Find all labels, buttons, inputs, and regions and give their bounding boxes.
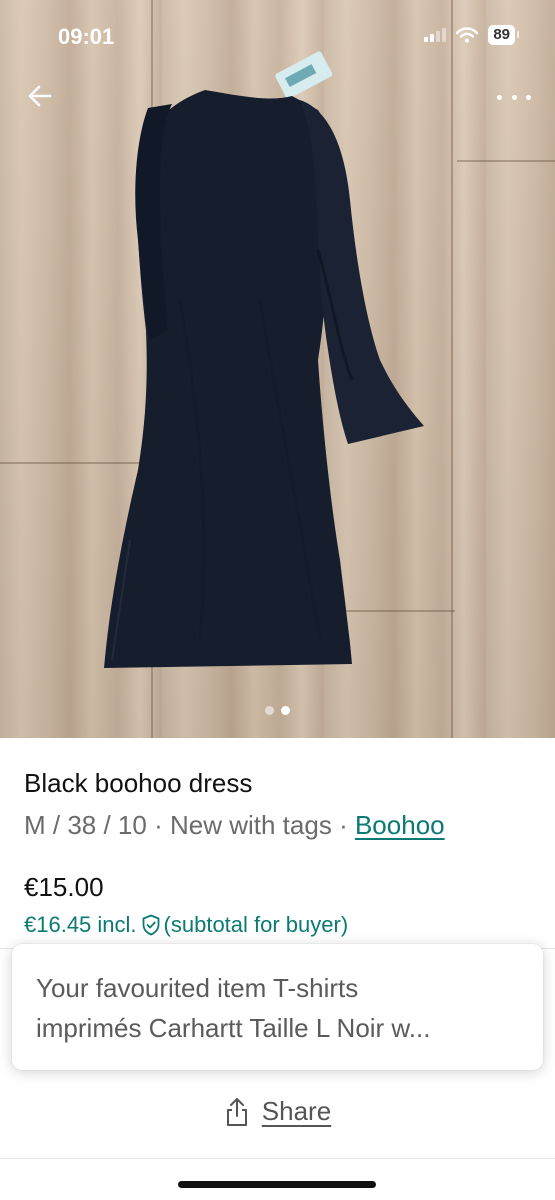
toast-line-2: imprimés Carhartt Taille L Noir w... [36, 1013, 431, 1043]
pagination-dot-active[interactable] [281, 706, 290, 715]
item-size: M / 38 / 10 [24, 810, 147, 840]
photo-pagination [0, 706, 555, 715]
share-label: Share [261, 1096, 332, 1126]
item-price: €15.00 [24, 872, 104, 902]
status-icons: 89 [424, 25, 519, 45]
item-photo[interactable] [0, 0, 555, 738]
more-horizontal-icon[interactable] [497, 86, 531, 108]
status-bar: 09:01 89 [0, 0, 555, 70]
item-condition: New with tags [169, 810, 332, 840]
shield-check-icon [142, 914, 159, 936]
share-icon [226, 1097, 247, 1126]
wifi-icon [456, 27, 479, 43]
divider [0, 1158, 555, 1159]
price-incl-note: (subtotal for buyer) [163, 912, 349, 937]
brand-link[interactable]: Boohoo [355, 810, 445, 840]
dress-image [104, 51, 424, 668]
meta-separator: · [339, 810, 348, 840]
toast-line-1: Your favourited item T-shirts [36, 973, 359, 1003]
item-meta: M / 38 / 10 · New with tags · Boohoo [24, 810, 445, 841]
buyer-protection-price[interactable]: €16.45 incl. (subtotal for buyer) [24, 912, 348, 938]
meta-separator: · [154, 810, 163, 840]
share-button[interactable]: Share [0, 1096, 555, 1127]
favourite-notification-toast[interactable]: Your favourited item T-shirts imprimés C… [12, 944, 543, 1070]
home-indicator[interactable] [178, 1181, 376, 1188]
arrow-left-icon[interactable] [26, 82, 54, 110]
pagination-dot[interactable] [265, 706, 274, 715]
cellular-signal-icon [424, 28, 447, 42]
price-incl-value: €16.45 incl. [24, 912, 137, 937]
status-time: 09:01 [58, 24, 115, 49]
item-title: Black boohoo dress [24, 768, 253, 798]
battery-indicator: 89 [488, 25, 519, 45]
